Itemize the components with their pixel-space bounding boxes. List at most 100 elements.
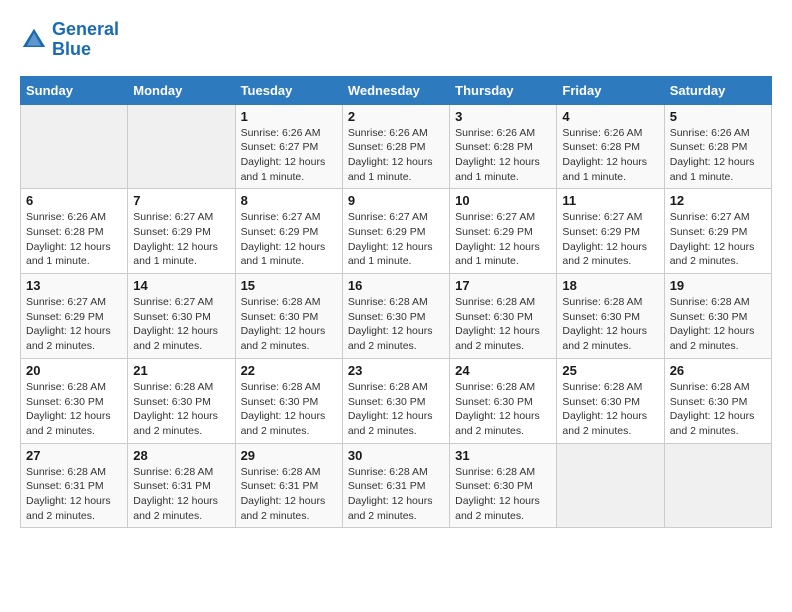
calendar-cell: 17 Sunrise: 6:28 AM Sunset: 6:30 PM Dayli…: [450, 274, 557, 359]
calendar-cell: 18 Sunrise: 6:28 AM Sunset: 6:30 PM Dayli…: [557, 274, 664, 359]
day-info: Sunrise: 6:26 AM Sunset: 6:28 PM Dayligh…: [670, 126, 766, 185]
day-number: 17: [455, 278, 551, 293]
day-info: Sunrise: 6:28 AM Sunset: 6:31 PM Dayligh…: [133, 465, 229, 524]
day-number: 26: [670, 363, 766, 378]
day-info: Sunrise: 6:26 AM Sunset: 6:28 PM Dayligh…: [26, 210, 122, 269]
calendar-cell: 16 Sunrise: 6:28 AM Sunset: 6:30 PM Dayli…: [342, 274, 449, 359]
calendar-cell: 4Sunrise: 6:26 AM Sunset: 6:28 PM Daylig…: [557, 104, 664, 189]
calendar-cell: 3 Sunrise: 6:26 AM Sunset: 6:28 PM Daylig…: [450, 104, 557, 189]
day-number: 25: [562, 363, 658, 378]
day-info: Sunrise: 6:27 AM Sunset: 6:29 PM Dayligh…: [562, 210, 658, 269]
calendar-cell: 19 Sunrise: 6:28 AM Sunset: 6:30 PM Dayli…: [664, 274, 771, 359]
weekday-header: Friday: [557, 76, 664, 104]
day-number: 21: [133, 363, 229, 378]
calendar-table: SundayMondayTuesdayWednesdayThursdayFrid…: [20, 76, 772, 529]
day-info: Sunrise: 6:28 AM Sunset: 6:30 PM Dayligh…: [133, 380, 229, 439]
logo-icon: [20, 26, 48, 54]
calendar-cell: 27 Sunrise: 6:28 AM Sunset: 6:31 PM Dayli…: [21, 443, 128, 528]
day-info: Sunrise: 6:27 AM Sunset: 6:30 PM Dayligh…: [133, 295, 229, 354]
day-number: 28: [133, 448, 229, 463]
calendar-cell: 10 Sunrise: 6:27 AM Sunset: 6:29 PM Dayli…: [450, 189, 557, 274]
day-number: 4: [562, 109, 658, 124]
calendar-cell: 2Sunrise: 6:26 AM Sunset: 6:28 PM Daylig…: [342, 104, 449, 189]
weekday-header: Monday: [128, 76, 235, 104]
weekday-header: Wednesday: [342, 76, 449, 104]
weekday-header: Saturday: [664, 76, 771, 104]
logo-text: General Blue: [52, 20, 119, 60]
day-info: Sunrise: 6:28 AM Sunset: 6:30 PM Dayligh…: [562, 380, 658, 439]
day-number: 23: [348, 363, 444, 378]
calendar-cell: 5 Sunrise: 6:26 AM Sunset: 6:28 PM Daylig…: [664, 104, 771, 189]
day-number: 3: [455, 109, 551, 124]
day-info: Sunrise: 6:28 AM Sunset: 6:30 PM Dayligh…: [455, 295, 551, 354]
weekday-header: Sunday: [21, 76, 128, 104]
calendar-cell: 24Sunrise: 6:28 AM Sunset: 6:30 PM Dayli…: [450, 358, 557, 443]
logo: General Blue: [20, 20, 119, 60]
calendar-cell: 6 Sunrise: 6:26 AM Sunset: 6:28 PM Daylig…: [21, 189, 128, 274]
day-number: 18: [562, 278, 658, 293]
calendar-cell: 25 Sunrise: 6:28 AM Sunset: 6:30 PM Dayli…: [557, 358, 664, 443]
calendar-cell: 13 Sunrise: 6:27 AM Sunset: 6:29 PM Dayli…: [21, 274, 128, 359]
day-info: Sunrise: 6:28 AM Sunset: 6:30 PM Dayligh…: [348, 295, 444, 354]
calendar-cell: 14 Sunrise: 6:27 AM Sunset: 6:30 PM Dayli…: [128, 274, 235, 359]
day-number: 14: [133, 278, 229, 293]
calendar-header-row: SundayMondayTuesdayWednesdayThursdayFrid…: [21, 76, 772, 104]
calendar-cell: 1Sunrise: 6:26 AM Sunset: 6:27 PM Daylig…: [235, 104, 342, 189]
calendar-cell: 15Sunrise: 6:28 AM Sunset: 6:30 PM Dayli…: [235, 274, 342, 359]
day-number: 27: [26, 448, 122, 463]
calendar-cell: 31 Sunrise: 6:28 AM Sunset: 6:30 PM Dayli…: [450, 443, 557, 528]
day-number: 10: [455, 193, 551, 208]
calendar-cell: 8Sunrise: 6:27 AM Sunset: 6:29 PM Daylig…: [235, 189, 342, 274]
calendar-cell: 30 Sunrise: 6:28 AM Sunset: 6:31 PM Dayli…: [342, 443, 449, 528]
day-info: Sunrise: 6:28 AM Sunset: 6:30 PM Dayligh…: [455, 465, 551, 524]
day-info: Sunrise: 6:26 AM Sunset: 6:28 PM Dayligh…: [455, 126, 551, 185]
calendar-cell: 26 Sunrise: 6:28 AM Sunset: 6:30 PM Dayli…: [664, 358, 771, 443]
calendar-week-row: 20 Sunrise: 6:28 AM Sunset: 6:30 PM Dayli…: [21, 358, 772, 443]
weekday-header: Thursday: [450, 76, 557, 104]
day-info: Sunrise: 6:28 AM Sunset: 6:30 PM Dayligh…: [670, 295, 766, 354]
calendar-cell: [664, 443, 771, 528]
calendar-cell: 22Sunrise: 6:28 AM Sunset: 6:30 PM Dayli…: [235, 358, 342, 443]
day-info: Sunrise: 6:28 AM Sunset: 6:31 PM Dayligh…: [241, 465, 337, 524]
calendar-cell: 23Sunrise: 6:28 AM Sunset: 6:30 PM Dayli…: [342, 358, 449, 443]
day-info: Sunrise: 6:28 AM Sunset: 6:30 PM Dayligh…: [241, 380, 337, 439]
day-number: 9: [348, 193, 444, 208]
day-number: 31: [455, 448, 551, 463]
day-info: Sunrise: 6:26 AM Sunset: 6:28 PM Dayligh…: [348, 126, 444, 185]
day-number: 11: [562, 193, 658, 208]
day-number: 5: [670, 109, 766, 124]
day-info: Sunrise: 6:28 AM Sunset: 6:30 PM Dayligh…: [562, 295, 658, 354]
day-number: 20: [26, 363, 122, 378]
day-number: 7: [133, 193, 229, 208]
day-info: Sunrise: 6:28 AM Sunset: 6:30 PM Dayligh…: [26, 380, 122, 439]
day-number: 30: [348, 448, 444, 463]
day-number: 12: [670, 193, 766, 208]
day-info: Sunrise: 6:28 AM Sunset: 6:30 PM Dayligh…: [670, 380, 766, 439]
day-number: 13: [26, 278, 122, 293]
calendar-cell: 20 Sunrise: 6:28 AM Sunset: 6:30 PM Dayli…: [21, 358, 128, 443]
calendar-cell: 9 Sunrise: 6:27 AM Sunset: 6:29 PM Daylig…: [342, 189, 449, 274]
day-info: Sunrise: 6:27 AM Sunset: 6:29 PM Dayligh…: [670, 210, 766, 269]
day-info: Sunrise: 6:28 AM Sunset: 6:31 PM Dayligh…: [348, 465, 444, 524]
page-header: General Blue: [20, 20, 772, 60]
day-info: Sunrise: 6:27 AM Sunset: 6:29 PM Dayligh…: [348, 210, 444, 269]
day-info: Sunrise: 6:28 AM Sunset: 6:31 PM Dayligh…: [26, 465, 122, 524]
calendar-week-row: 27 Sunrise: 6:28 AM Sunset: 6:31 PM Dayli…: [21, 443, 772, 528]
calendar-cell: [21, 104, 128, 189]
day-number: 29: [241, 448, 337, 463]
day-number: 15: [241, 278, 337, 293]
day-info: Sunrise: 6:27 AM Sunset: 6:29 PM Dayligh…: [26, 295, 122, 354]
day-info: Sunrise: 6:27 AM Sunset: 6:29 PM Dayligh…: [455, 210, 551, 269]
day-number: 16: [348, 278, 444, 293]
day-number: 6: [26, 193, 122, 208]
calendar-cell: 11 Sunrise: 6:27 AM Sunset: 6:29 PM Dayli…: [557, 189, 664, 274]
calendar-cell: 7Sunrise: 6:27 AM Sunset: 6:29 PM Daylig…: [128, 189, 235, 274]
day-number: 19: [670, 278, 766, 293]
calendar-cell: 29 Sunrise: 6:28 AM Sunset: 6:31 PM Dayli…: [235, 443, 342, 528]
weekday-header: Tuesday: [235, 76, 342, 104]
calendar-cell: [128, 104, 235, 189]
day-info: Sunrise: 6:26 AM Sunset: 6:27 PM Dayligh…: [241, 126, 337, 185]
day-info: Sunrise: 6:28 AM Sunset: 6:30 PM Dayligh…: [455, 380, 551, 439]
calendar-cell: 21 Sunrise: 6:28 AM Sunset: 6:30 PM Dayli…: [128, 358, 235, 443]
day-info: Sunrise: 6:27 AM Sunset: 6:29 PM Dayligh…: [241, 210, 337, 269]
